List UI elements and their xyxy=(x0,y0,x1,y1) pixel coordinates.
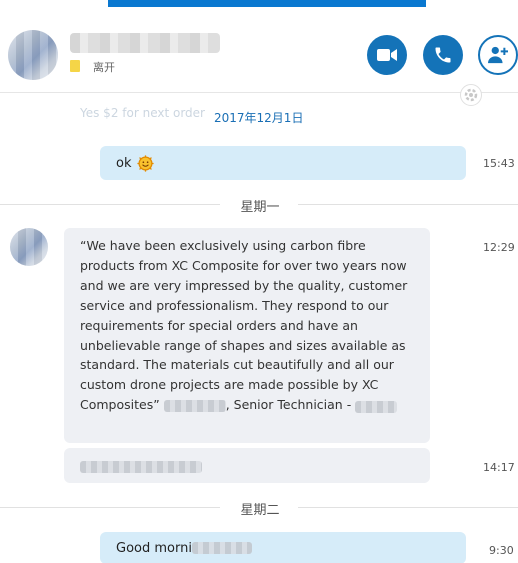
message-text: ok xyxy=(116,155,132,171)
contact-status: 离开 xyxy=(93,61,115,74)
message-time: 14:17 xyxy=(483,461,515,474)
day-divider: 星期一 xyxy=(0,196,518,215)
add-people-button[interactable] xyxy=(478,35,518,75)
redacted-message-text xyxy=(191,542,252,554)
phone-icon xyxy=(435,47,451,63)
smile-icon xyxy=(137,154,155,172)
chat-header: 离开 xyxy=(0,0,518,92)
header-separator xyxy=(0,92,518,93)
add-person-icon xyxy=(488,46,508,64)
contact-avatar[interactable] xyxy=(8,30,58,80)
incoming-message[interactable] xyxy=(64,448,430,483)
day-divider-label: 星期一 xyxy=(240,200,280,215)
message-text: “We have been exclusively using carbon f… xyxy=(80,238,408,413)
outgoing-message[interactable]: ok xyxy=(100,146,466,180)
sender-avatar[interactable] xyxy=(10,228,48,266)
incoming-message[interactable]: “We have been exclusively using carbon f… xyxy=(64,228,430,443)
redacted-message-text xyxy=(80,460,202,473)
contact-name-redacted[interactable] xyxy=(70,33,220,53)
message-time: 15:43 xyxy=(483,157,515,170)
message-time: 9:30 xyxy=(489,544,514,557)
gear-icon xyxy=(464,88,478,102)
video-camera-icon xyxy=(377,49,397,61)
day-divider: 星期二 xyxy=(0,499,518,518)
away-status-icon xyxy=(70,60,80,72)
message-text-tail: , Senior Technician - xyxy=(225,397,352,413)
date-marker: 2017年12月1日 xyxy=(214,111,304,125)
message-text: Good morni xyxy=(116,540,192,556)
message-time: 12:29 xyxy=(483,241,515,254)
settings-icon[interactable] xyxy=(460,84,482,106)
faded-previous-message: Yes $2 for next order xyxy=(80,106,205,120)
redacted-company xyxy=(355,400,398,413)
day-divider-label: 星期二 xyxy=(240,503,280,518)
voice-call-button[interactable] xyxy=(423,35,463,75)
redacted-name xyxy=(163,399,226,412)
video-call-button[interactable] xyxy=(367,35,407,75)
outgoing-message[interactable]: Good morni xyxy=(100,532,466,563)
